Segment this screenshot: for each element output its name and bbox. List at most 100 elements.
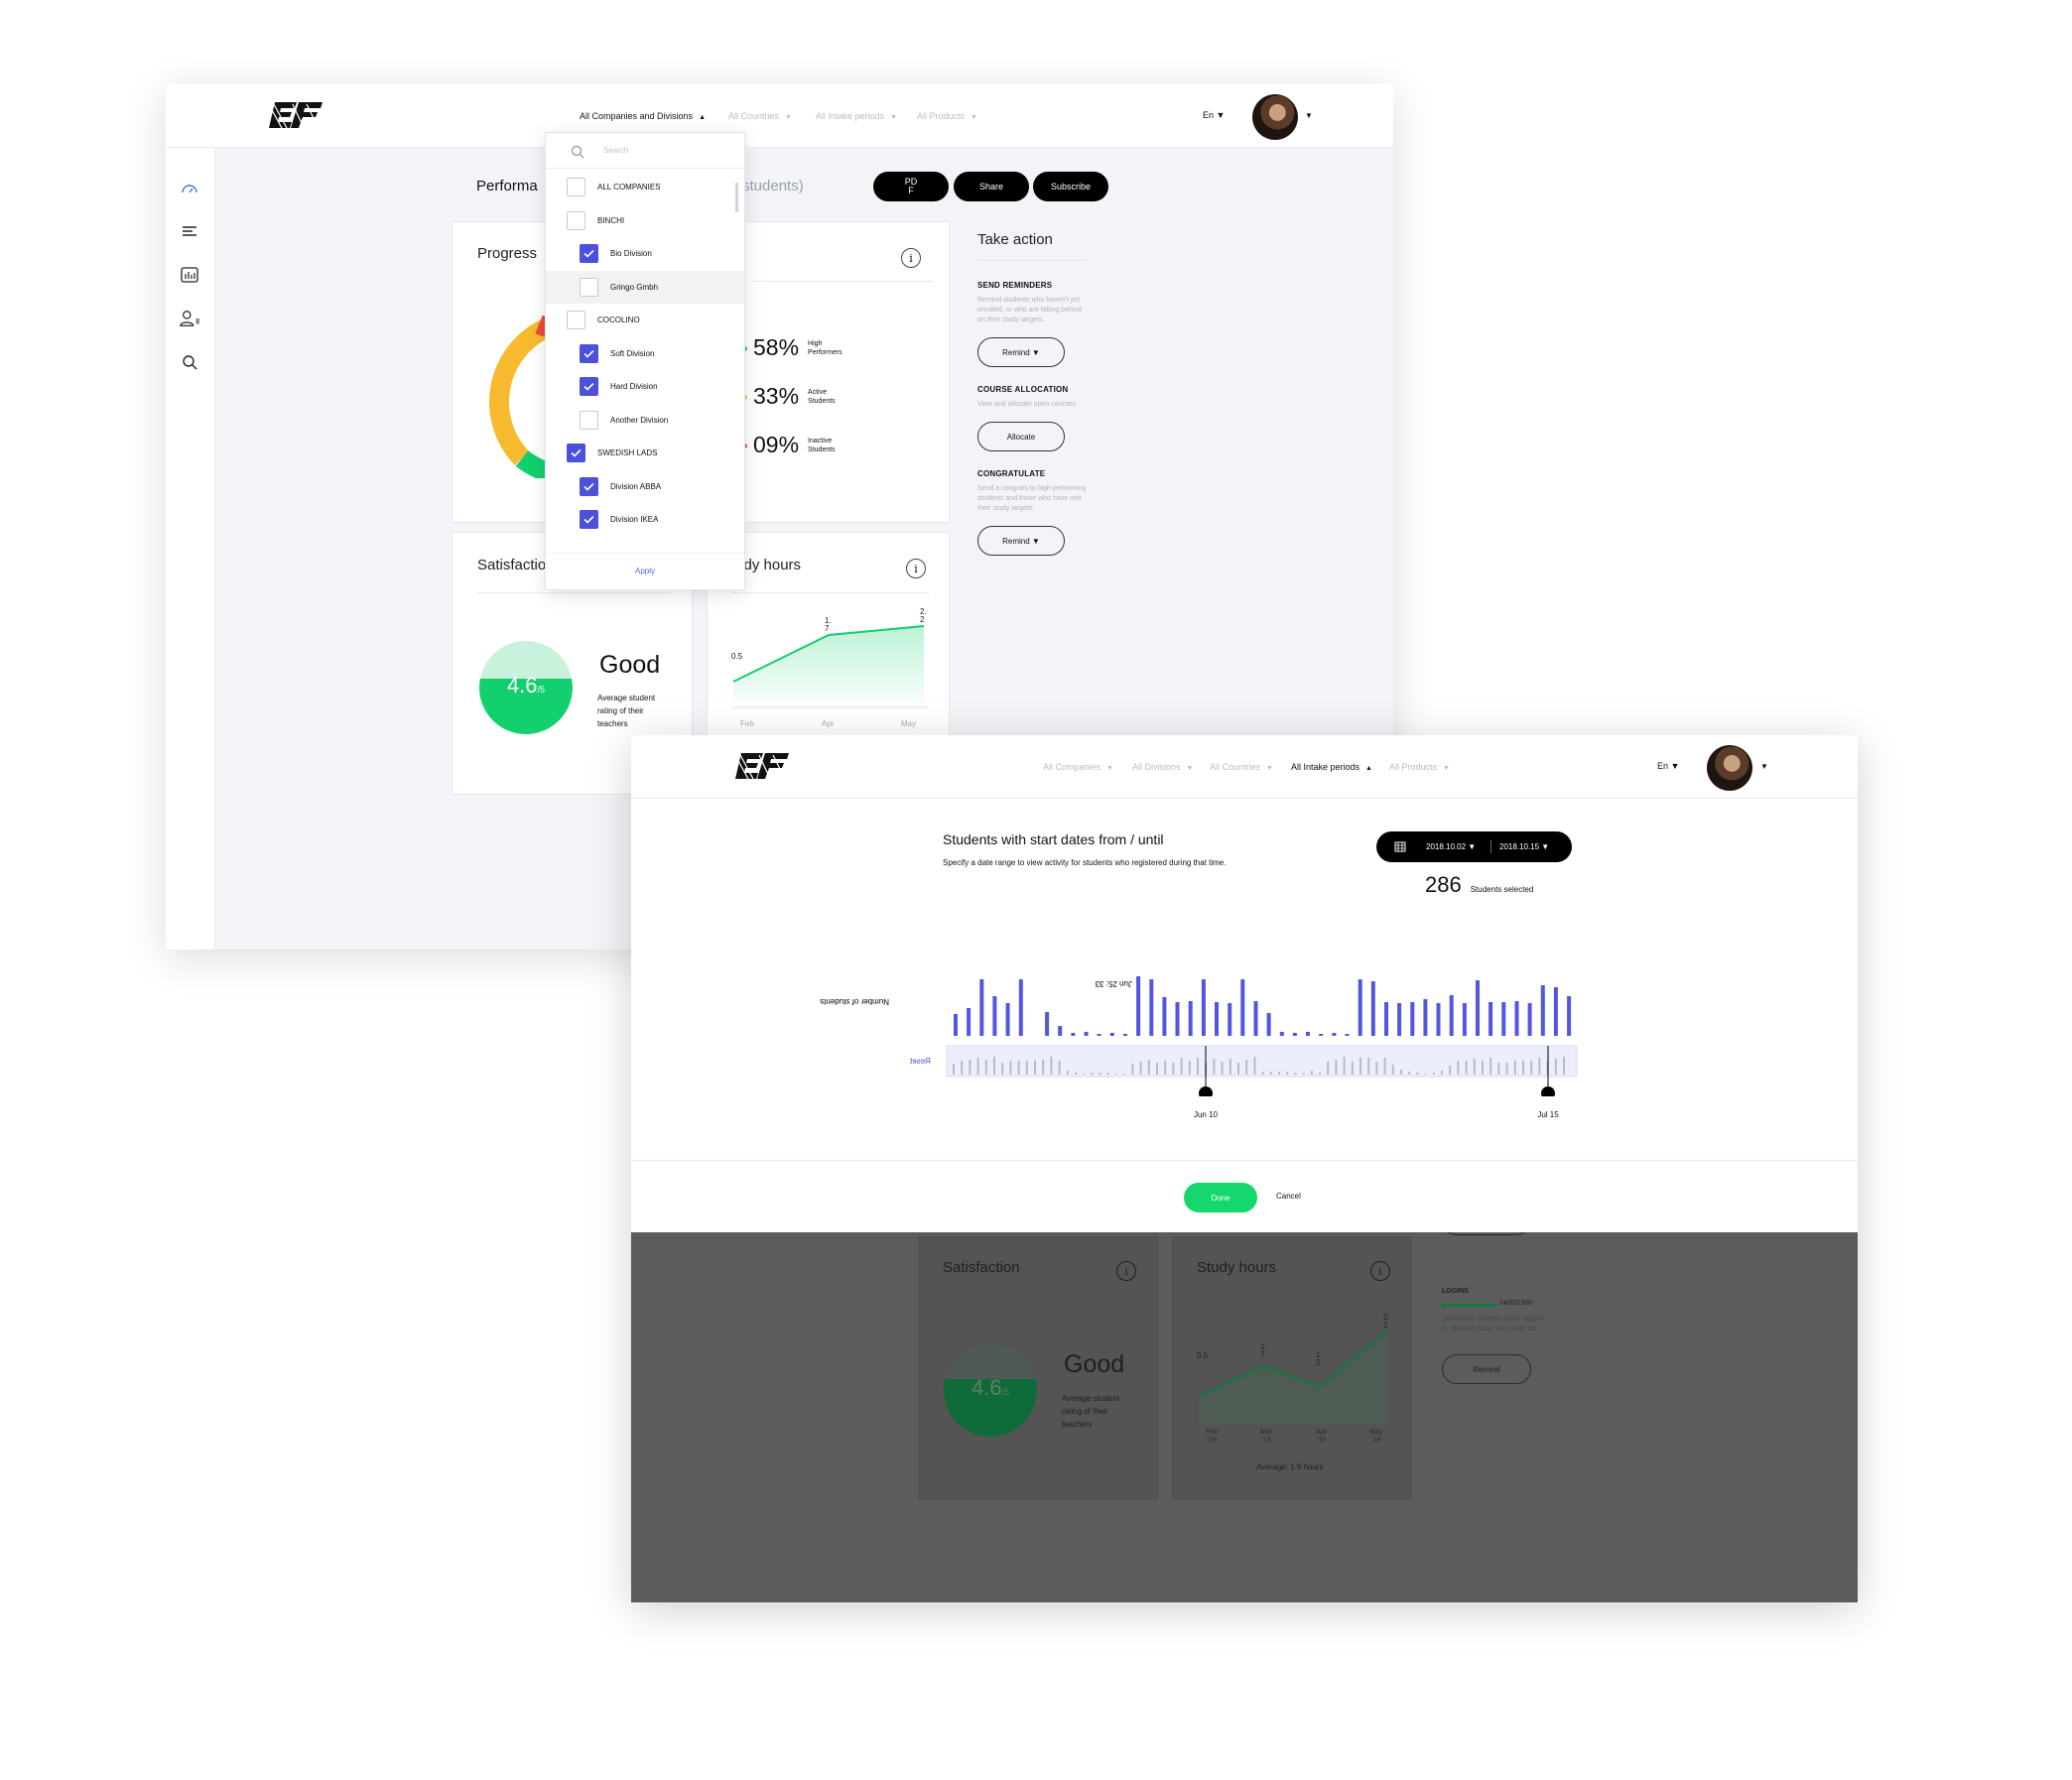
reset-link[interactable]: Reset — [910, 1057, 931, 1066]
chart-bar[interactable] — [1540, 985, 1545, 1036]
filter-countries[interactable]: All Countries ▼ — [728, 111, 792, 121]
chart-bar[interactable] — [1136, 976, 1141, 1036]
ef-logo[interactable] — [269, 100, 323, 132]
chart-bar[interactable] — [1084, 1032, 1089, 1036]
chart-bar[interactable] — [1058, 1026, 1063, 1036]
chart-bar[interactable] — [1109, 1033, 1114, 1036]
user-icon[interactable] — [180, 309, 199, 328]
chart-bar[interactable] — [1097, 1034, 1101, 1036]
language-selector[interactable]: En ▼ — [1657, 761, 1679, 771]
list-icon[interactable] — [180, 221, 199, 241]
chart-bar[interactable] — [1358, 979, 1362, 1036]
report-icon[interactable] — [180, 265, 199, 285]
checkbox-checked[interactable] — [580, 377, 598, 396]
chart-bar[interactable] — [1123, 1034, 1127, 1036]
apply-button[interactable]: Apply — [546, 553, 744, 591]
chart-bar[interactable] — [1045, 1012, 1050, 1036]
avatar[interactable] — [1252, 94, 1298, 140]
dropdown-item[interactable]: SWEDISH LADS — [546, 437, 744, 469]
checkbox-checked[interactable] — [580, 510, 598, 529]
chart-bar[interactable] — [1018, 979, 1023, 1036]
chart-bar[interactable] — [1423, 999, 1428, 1036]
chevron-down-icon[interactable]: ▼ — [1305, 111, 1313, 120]
filter-divisions[interactable]: All Divisions ▼ — [1132, 762, 1193, 772]
chart-bar[interactable] — [979, 979, 984, 1036]
chart-bar[interactable] — [1306, 1032, 1310, 1036]
checkbox[interactable] — [567, 311, 585, 329]
chart-bar[interactable] — [992, 996, 997, 1036]
chart-bar[interactable] — [1215, 1002, 1219, 1036]
chart-bar[interactable] — [1384, 1002, 1388, 1036]
dropdown-item[interactable]: Gringo Gmbh — [546, 270, 744, 304]
info-icon[interactable]: i — [901, 248, 921, 268]
dropdown-search[interactable]: Search — [546, 133, 744, 169]
pdf-button[interactable]: PD F — [873, 172, 949, 201]
congratulate-remind-button[interactable]: Remind ▼ — [977, 526, 1065, 556]
chart-bar[interactable] — [1188, 1001, 1193, 1036]
chart-bar[interactable] — [1410, 1002, 1415, 1036]
search-icon[interactable] — [180, 352, 199, 372]
subscribe-button[interactable]: Subscribe — [1033, 172, 1108, 201]
chart-bar[interactable] — [1228, 1003, 1232, 1036]
chart-bar[interactable] — [1149, 979, 1154, 1036]
chart-bar[interactable] — [1345, 1034, 1350, 1036]
chart-bar[interactable] — [1071, 1033, 1076, 1036]
info-icon[interactable]: i — [906, 559, 926, 578]
chart-bar[interactable] — [1279, 1032, 1284, 1036]
language-selector[interactable]: En ▼ — [1203, 110, 1225, 120]
checkbox[interactable] — [580, 410, 598, 430]
chart-bar[interactable] — [1489, 1002, 1493, 1036]
cancel-button[interactable]: Cancel — [1276, 1192, 1301, 1201]
chart-bar[interactable] — [1370, 981, 1375, 1036]
checkbox[interactable] — [567, 178, 585, 196]
chart-bar[interactable] — [1397, 1003, 1402, 1036]
remind-button[interactable]: Remind ▼ — [977, 337, 1065, 367]
range-start-handle[interactable] — [1199, 1086, 1213, 1096]
dropdown-item[interactable]: Division IKEA — [546, 503, 744, 536]
checkbox-checked[interactable] — [580, 244, 598, 263]
chart-bar[interactable] — [1175, 1002, 1180, 1036]
checkbox-checked[interactable] — [567, 444, 585, 462]
dropdown-item[interactable]: Hard Division — [546, 370, 744, 403]
chart-bar[interactable] — [1319, 1034, 1324, 1036]
chart-bar[interactable] — [1005, 1003, 1010, 1036]
chart-bar[interactable] — [1292, 1033, 1297, 1036]
speedometer-icon[interactable] — [180, 178, 199, 197]
ef-logo[interactable] — [735, 751, 789, 783]
checkbox-checked[interactable] — [580, 476, 598, 496]
filter-products[interactable]: All Products ▼ — [917, 111, 977, 121]
students-start-date-chart[interactable]: Number of students Jun 25: 33 — [631, 799, 1858, 1096]
filter-companies-divisions[interactable]: All Companies and Divisions ▲ — [580, 111, 706, 121]
dropdown-item[interactable]: Soft Division — [546, 337, 744, 370]
chart-bar[interactable] — [1553, 987, 1558, 1036]
checkbox[interactable] — [567, 210, 585, 230]
chevron-down-icon[interactable]: ▼ — [1760, 762, 1768, 771]
filter-intake-periods[interactable]: All Intake periods ▼ — [816, 111, 897, 121]
chart-bar[interactable] — [1476, 980, 1480, 1036]
filter-intake-periods[interactable]: All Intake periods ▲ — [1291, 762, 1372, 772]
chart-bar[interactable] — [1201, 979, 1206, 1036]
dropdown-item[interactable]: Bio Division — [546, 237, 744, 270]
dropdown-item[interactable]: Division ABBA — [546, 470, 744, 503]
dropdown-scrollbar[interactable] — [735, 183, 738, 212]
chart-bar[interactable] — [1514, 1001, 1519, 1036]
dropdown-item[interactable]: COCOLINO — [546, 304, 744, 336]
dropdown-item[interactable]: ALL COMPANIES — [546, 171, 744, 203]
chart-bar[interactable] — [967, 1008, 971, 1036]
chart-bar[interactable] — [1449, 995, 1454, 1036]
chart-bar[interactable] — [1567, 996, 1572, 1036]
chart-bar[interactable] — [1527, 1003, 1532, 1036]
allocate-button[interactable]: Allocate — [977, 422, 1065, 451]
dropdown-item[interactable]: Another Division — [546, 404, 744, 437]
chart-bar[interactable] — [1501, 1002, 1506, 1036]
chart-bar[interactable] — [1332, 1033, 1337, 1036]
chart-bar[interactable] — [1436, 1003, 1441, 1036]
dropdown-item[interactable]: BINCHI — [546, 204, 744, 237]
done-button[interactable]: Done — [1184, 1183, 1257, 1212]
chart-bar[interactable] — [1266, 1013, 1271, 1036]
filter-products[interactable]: All Products ▼ — [1389, 762, 1450, 772]
checkbox-checked[interactable] — [580, 343, 598, 363]
chart-bar[interactable] — [1462, 1003, 1467, 1036]
chart-bar[interactable] — [1240, 979, 1245, 1036]
filter-companies[interactable]: All Companies ▼ — [1043, 762, 1113, 772]
